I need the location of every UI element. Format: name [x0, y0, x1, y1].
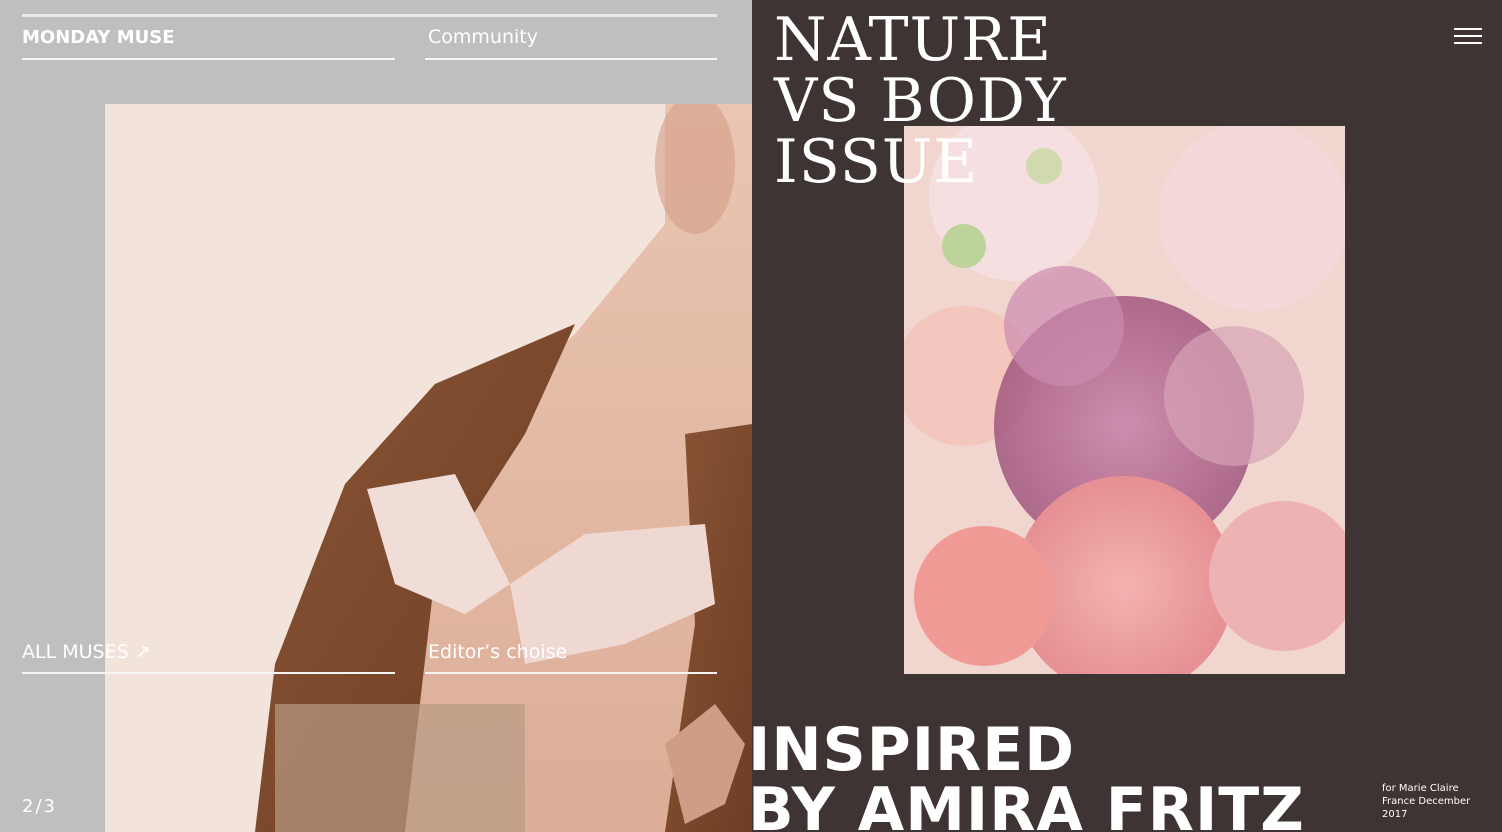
flower-photo[interactable]	[904, 126, 1345, 674]
page: MONDAY MUSE Community ALL MUSES ↗ Editor…	[0, 0, 1502, 832]
community-link[interactable]: Community	[428, 26, 538, 48]
all-muses-label: ALL MUSES	[22, 641, 129, 663]
right-panel: NATURE VS BODY ISSUE INSPIRED BY AMIRA F…	[752, 0, 1502, 832]
muse-photo[interactable]	[105, 104, 752, 832]
editors-choice-link[interactable]: Editor’s choise	[428, 641, 567, 663]
community-underline	[425, 58, 717, 60]
photo-credit: for Marie Claire France December 2017	[1382, 783, 1471, 820]
page-counter: 2/3	[22, 796, 57, 817]
headline-line-2: BY AMIRA FRITZ	[752, 775, 1305, 832]
brand-link[interactable]: MONDAY MUSE	[22, 27, 175, 49]
left-panel: MONDAY MUSE Community ALL MUSES ↗ Editor…	[0, 0, 752, 832]
arrow-up-right-icon: ↗	[134, 641, 151, 663]
all-muses-link[interactable]: ALL MUSES ↗	[22, 641, 151, 663]
headline-line-1: INSPIRED	[752, 715, 1076, 785]
flower-photo-image	[904, 126, 1345, 674]
all-muses-underline	[22, 672, 395, 674]
issue-title: NATURE VS BODY ISSUE	[774, 5, 1067, 197]
brand-underline	[22, 58, 395, 60]
top-divider	[22, 14, 717, 17]
hamburger-menu-icon[interactable]	[1454, 28, 1482, 46]
feature-headline: INSPIRED BY AMIRA FRITZ	[752, 720, 1305, 832]
muse-photo-image	[105, 104, 752, 832]
editors-choice-underline	[425, 672, 717, 674]
